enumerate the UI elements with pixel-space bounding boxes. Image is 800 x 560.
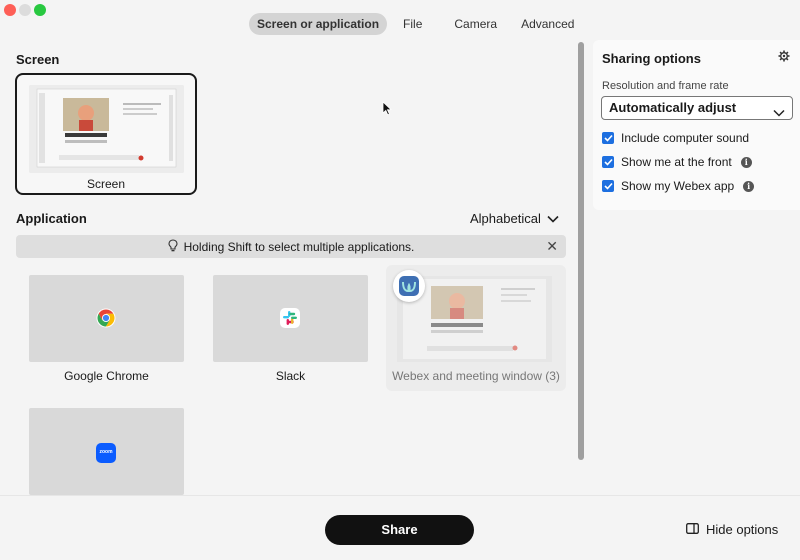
app-label: Webex and meeting window (3): [392, 369, 560, 383]
sharing-options-panel: Sharing options Resolution and frame rat…: [593, 40, 800, 210]
hide-options-label: Hide options: [706, 522, 779, 537]
screen-card-label: Screen: [86, 177, 126, 191]
multi-select-hint-banner: Holding Shift to select multiple applica…: [16, 235, 566, 258]
sort-label: Alphabetical: [470, 211, 541, 226]
resolution-select[interactable]: Automatically adjust: [601, 96, 793, 120]
banner-text: Holding Shift to select multiple applica…: [183, 239, 415, 254]
checkbox-checked-icon[interactable]: [602, 180, 614, 192]
tab-file[interactable]: File: [395, 13, 430, 35]
slack-icon: [280, 308, 300, 328]
app-tile-google-chrome[interactable]: Google Chrome: [29, 275, 184, 383]
sharing-options-title: Sharing options: [602, 51, 701, 66]
resolution-label: Resolution and frame rate: [602, 80, 729, 92]
screen-thumbnail: [29, 85, 184, 173]
tab-camera[interactable]: Camera: [446, 13, 505, 35]
tab-advanced[interactable]: Advanced: [513, 13, 582, 35]
zoom-window-button[interactable]: [34, 4, 46, 16]
app-thumbnail: zoom: [29, 408, 184, 495]
app-tile-zoom[interactable]: zoom: [29, 408, 184, 495]
screen-section-title: Screen: [16, 52, 60, 67]
resolution-value: Automatically adjust: [609, 100, 737, 115]
app-label: Google Chrome: [64, 369, 149, 383]
share-content-area: Screen Screen Application Alphabetical H…: [0, 40, 578, 495]
chevron-down-icon: [773, 102, 785, 124]
zoom-icon: zoom: [96, 443, 116, 463]
checkbox-checked-icon[interactable]: [602, 156, 614, 168]
app-tile-webex[interactable]: Webex and meeting window (3): [386, 265, 566, 391]
webex-icon: [393, 270, 425, 302]
option-show-me-at-front[interactable]: Show me at the front i: [602, 155, 752, 169]
app-thumbnail: [29, 275, 184, 362]
tab-screen-or-application[interactable]: Screen or application: [249, 13, 388, 35]
option-include-computer-sound[interactable]: Include computer sound: [602, 131, 749, 145]
screen-card[interactable]: Screen: [15, 73, 197, 195]
lightbulb-icon: [168, 238, 178, 255]
chrome-icon: [96, 308, 116, 328]
share-type-tabs: Screen or application File Camera Advanc…: [249, 13, 582, 35]
close-window-button[interactable]: [4, 4, 16, 16]
sort-dropdown[interactable]: Alphabetical: [470, 211, 559, 226]
app-label: Slack: [275, 369, 306, 383]
info-icon[interactable]: i: [740, 156, 752, 168]
checkbox-checked-icon[interactable]: [602, 132, 614, 144]
minimize-window-button[interactable]: [19, 4, 31, 16]
close-icon[interactable]: ✕: [546, 238, 558, 255]
scrollbar-thumb[interactable]: [578, 42, 584, 460]
gear-icon[interactable]: [778, 50, 790, 65]
option-label: Show me at the front: [621, 155, 732, 169]
option-label: Show my Webex app: [621, 179, 735, 193]
mouse-cursor-icon: [382, 101, 392, 119]
app-thumbnail: [213, 275, 368, 362]
app-tile-slack[interactable]: Slack: [213, 275, 368, 383]
info-icon[interactable]: i: [743, 180, 755, 192]
chevron-down-icon: [547, 211, 559, 226]
scrollbar[interactable]: [578, 42, 584, 494]
share-button[interactable]: Share: [325, 515, 474, 545]
title-bar: Screen or application File Camera Advanc…: [0, 0, 800, 44]
option-label: Include computer sound: [621, 131, 750, 145]
application-section-title: Application: [16, 211, 87, 226]
option-show-my-webex-app[interactable]: Show my Webex app i: [602, 179, 755, 193]
hide-options-button[interactable]: Hide options: [686, 522, 778, 537]
footer-divider: [0, 495, 800, 496]
sidebar-toggle-icon: [686, 522, 699, 537]
zoom-icon-text: zoom: [99, 449, 113, 455]
